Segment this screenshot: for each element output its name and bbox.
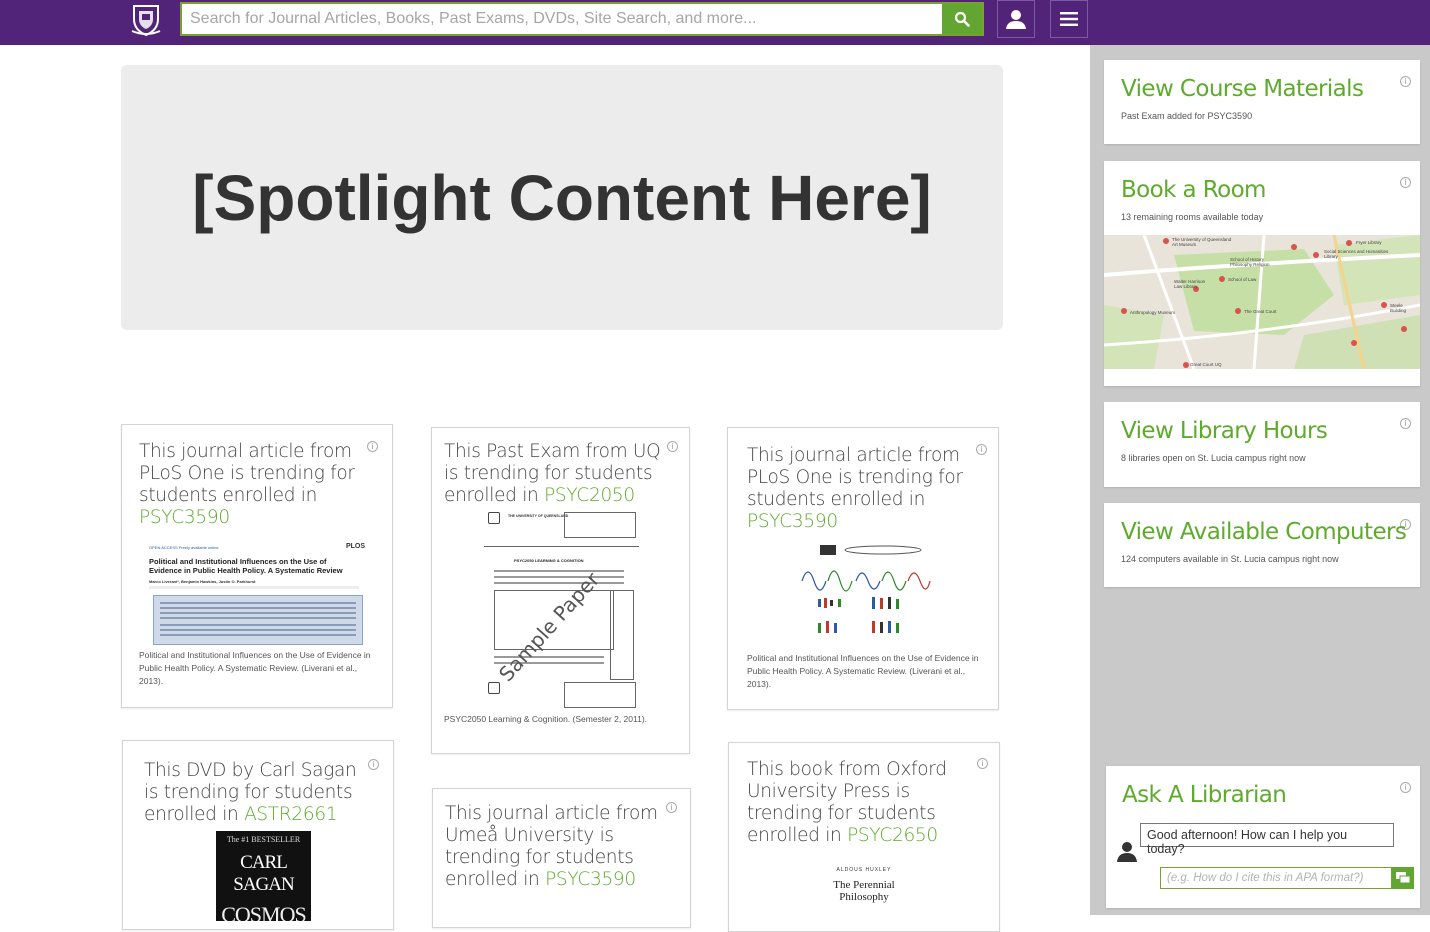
info-icon[interactable]: i [367, 441, 378, 452]
map-label: Walter Harrison Law Library [1174, 279, 1206, 289]
search-icon [954, 11, 970, 27]
dvd-tagline: The #1 BESTSELLER [226, 835, 301, 844]
dvd-title: COSMOS [221, 902, 306, 921]
chat-input[interactable] [1160, 867, 1392, 889]
trending-card-dvd[interactable]: i This DVD by Carl Sagan is trending for… [122, 740, 394, 930]
thumb-heading: PSYC2050 LEARNING & COGNITION [514, 558, 584, 563]
chat-greeting: Good afternoon! How can I help you today… [1140, 823, 1394, 856]
card-title: This book from Oxford University Press i… [747, 759, 947, 846]
map-label: Great Court UQ [1190, 362, 1222, 367]
card-title: This journal article from PLoS One is tr… [747, 445, 963, 532]
thumb-header: OPEN ACCESS Freely available online [149, 545, 219, 550]
map-label: The University of Queensland Art Museum [1172, 237, 1232, 247]
dvd-author: CARL SAGAN [233, 852, 294, 895]
user-icon [1006, 10, 1026, 29]
card-caption: PSYC2050 Learning & Cognition. (Semester… [444, 714, 648, 724]
widget-subtitle: 8 libraries open on St. Lucia campus rig… [1121, 453, 1306, 463]
widget-ask-librarian[interactable]: i Ask A Librarian Good afternoon! How ca… [1106, 766, 1420, 908]
widget-library-hours[interactable]: i View Library Hours 8 libraries open on… [1104, 402, 1420, 487]
info-icon[interactable]: i [1400, 177, 1411, 188]
exam-thumbnail[interactable]: THE UNIVERSITY OF QUEENSLAND PSYC2050 LE… [484, 510, 639, 710]
article-thumbnail[interactable]: OPEN ACCESS Freely available online PLOS… [149, 543, 365, 649]
widget-title: Book a Room [1121, 177, 1266, 203]
widget-title: View Course Materials [1121, 76, 1364, 102]
card-caption: Political and Institutional Influences o… [139, 650, 371, 686]
trending-card-journal-umea[interactable]: i This journal article from Umeå Univers… [432, 788, 691, 928]
thumb-title: Political and Institutional Influences o… [149, 557, 343, 575]
widget-title: Ask A Librarian [1122, 782, 1287, 808]
thumb-brand: PLOS [345, 543, 365, 550]
widget-subtitle: 124 computers available in St. Lucia cam… [1121, 554, 1339, 564]
info-icon[interactable]: i [1400, 418, 1411, 429]
info-icon[interactable]: i [368, 759, 379, 770]
map-label: School of History Philosophy Religion [1230, 257, 1270, 267]
menu-button[interactable] [1050, 0, 1088, 38]
widget-book-room[interactable]: i Book a Room 13 remaining rooms availab… [1104, 161, 1420, 386]
top-bar [0, 0, 1430, 45]
info-icon[interactable]: i [1400, 782, 1411, 793]
account-button[interactable] [997, 0, 1035, 38]
card-title: This Past Exam from UQ is trending for s… [444, 441, 661, 506]
search-button[interactable] [942, 4, 982, 34]
map-label: Fryer Library [1356, 240, 1382, 245]
search-input[interactable] [182, 4, 942, 34]
map-label: School of Law [1228, 277, 1257, 282]
spotlight-panel[interactable]: [Spotlight Content Here] [121, 65, 1003, 330]
course-link[interactable]: ASTR2661 [244, 804, 338, 825]
chat-send-button[interactable] [1392, 867, 1414, 889]
course-link[interactable]: PSYC2050 [544, 485, 635, 506]
book-title: The Perennial Philosophy [833, 879, 895, 903]
map-label: Anthropology Museum [1130, 310, 1176, 315]
widget-subtitle: Past Exam added for PSYC3590 [1121, 111, 1253, 121]
course-link[interactable]: PSYC3590 [545, 869, 636, 890]
thumb-university: THE UNIVERSITY OF QUEENSLAND [508, 514, 569, 518]
dvd-cover-thumbnail[interactable]: The #1 BESTSELLER CARL SAGAN COSMOS [216, 831, 311, 921]
figure-thumbnail[interactable] [798, 543, 933, 643]
librarian-avatar-icon [1116, 841, 1138, 863]
info-icon[interactable]: i [976, 444, 987, 455]
course-link[interactable]: PSYC3590 [747, 511, 838, 532]
widget-title: View Library Hours [1121, 418, 1328, 444]
book-author: ALDOUS HUXLEY [836, 867, 892, 873]
map-label: Social Sciences and Humanities Library [1324, 249, 1389, 259]
search-box [180, 2, 984, 36]
chat-icon [1396, 872, 1410, 884]
widget-subtitle: 13 remaining rooms available today [1121, 212, 1264, 222]
course-link[interactable]: PSYC2650 [847, 825, 938, 846]
widget-course-materials[interactable]: i View Course Materials Past Exam added … [1104, 60, 1420, 144]
thumb-authors: Marco Liverani*, Benjamin Hawkins, Justi… [149, 579, 256, 584]
card-title: This journal article from Umeå Universit… [445, 803, 658, 890]
info-icon[interactable]: i [1400, 76, 1411, 87]
trending-card-journal-plos-2[interactable]: i This journal article from PLoS One is … [727, 427, 999, 710]
uq-crest-logo[interactable] [130, 3, 162, 37]
book-cover-thumbnail[interactable]: ALDOUS HUXLEY The Perennial Philosophy [809, 861, 919, 931]
card-title: This DVD by Carl Sagan is trending for s… [144, 760, 357, 825]
card-caption: Political and Institutional Influences o… [747, 653, 979, 689]
card-title: This journal article from PLoS One is tr… [139, 441, 355, 528]
campus-map[interactable]: The University of Queensland Art Museum … [1104, 235, 1420, 369]
widget-title: View Available Computers [1121, 519, 1407, 545]
hamburger-icon [1060, 12, 1078, 26]
map-label: Steele Building [1390, 303, 1407, 313]
trending-card-past-exam[interactable]: i This Past Exam from UQ is trending for… [431, 427, 690, 754]
sidebar: i View Course Materials Past Exam added … [1090, 45, 1430, 915]
spotlight-text: [Spotlight Content Here] [192, 161, 932, 234]
trending-card-journal-plos[interactable]: i This journal article from PLoS One is … [121, 424, 393, 708]
widget-available-computers[interactable]: i View Available Computers 124 computers… [1104, 503, 1420, 587]
course-link[interactable]: PSYC3590 [139, 507, 230, 528]
map-label: The Great Court [1244, 309, 1277, 314]
trending-card-book-oxford[interactable]: i This book from Oxford University Press… [728, 742, 1000, 932]
